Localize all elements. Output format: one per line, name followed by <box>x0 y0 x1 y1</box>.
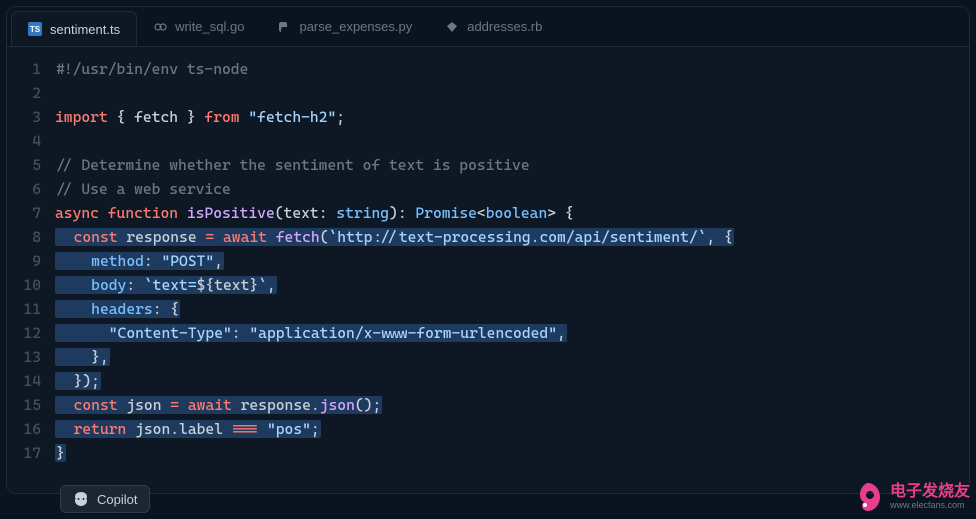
line-content[interactable]: method: "POST", <box>55 249 969 273</box>
tab-label: sentiment.ts <box>50 22 120 37</box>
file-icon <box>445 20 459 34</box>
svg-text:TS: TS <box>30 25 41 34</box>
file-icon <box>153 20 167 34</box>
code-line: 8 const response = await fetch(`http://t… <box>7 225 969 249</box>
line-number: 5 <box>7 153 55 177</box>
file-icon <box>277 20 291 34</box>
code-line: 14 }); <box>7 369 969 393</box>
line-content[interactable]: }); <box>55 369 969 393</box>
code-line: 11 headers: { <box>7 297 969 321</box>
code-area[interactable]: 1#!/usr/bin/env ts-node23import { fetch … <box>7 47 969 493</box>
file-icon: TS <box>28 22 42 36</box>
line-number: 13 <box>7 345 55 369</box>
tab-parse_expenses-py[interactable]: parse_expenses.py <box>261 7 429 46</box>
line-content[interactable]: const json = await response.json(); <box>55 393 969 417</box>
line-number: 14 <box>7 369 55 393</box>
line-content[interactable]: } <box>55 441 969 465</box>
tab-label: parse_expenses.py <box>299 19 412 34</box>
tab-addresses-rb[interactable]: addresses.rb <box>429 7 559 46</box>
line-number: 4 <box>7 129 55 153</box>
tab-label: write_sql.go <box>175 19 244 34</box>
tab-bar: TS sentiment.ts write_sql.go parse_expenses… <box>7 7 969 47</box>
line-number: 15 <box>7 393 55 417</box>
line-content[interactable]: body: `text=${text}`, <box>55 273 969 297</box>
line-number: 3 <box>7 105 55 129</box>
line-number: 12 <box>7 321 55 345</box>
code-line: 4 <box>7 129 969 153</box>
code-line: 16 return json.label === "pos"; <box>7 417 969 441</box>
copilot-label: Copilot <box>97 492 137 507</box>
line-number: 11 <box>7 297 55 321</box>
copilot-badge[interactable]: Copilot <box>60 485 150 513</box>
line-content[interactable] <box>55 81 969 105</box>
watermark-url: www.elecfans.com <box>890 501 970 511</box>
line-content[interactable]: import { fetch } from "fetch-h2"; <box>55 105 969 129</box>
tab-write_sql-go[interactable]: write_sql.go <box>137 7 261 46</box>
code-line: 7async function isPositive(text: string)… <box>7 201 969 225</box>
line-content[interactable]: const response = await fetch(`http://tex… <box>55 225 969 249</box>
line-content[interactable]: headers: { <box>55 297 969 321</box>
line-content[interactable]: return json.label === "pos"; <box>55 417 969 441</box>
line-content[interactable]: // Use a web service <box>55 177 969 201</box>
code-line: 5// Determine whether the sentiment of t… <box>7 153 969 177</box>
copilot-icon <box>73 491 89 507</box>
line-number: 8 <box>7 225 55 249</box>
line-number: 7 <box>7 201 55 225</box>
tab-sentiment-ts[interactable]: TS sentiment.ts <box>11 11 137 46</box>
tab-label: addresses.rb <box>467 19 542 34</box>
watermark-title: 电子发烧友 <box>890 483 970 501</box>
line-number: 1 <box>7 57 55 81</box>
editor-frame: TS sentiment.ts write_sql.go parse_expenses… <box>6 6 970 494</box>
line-number: 2 <box>7 81 55 105</box>
code-line: 6// Use a web service <box>7 177 969 201</box>
code-line: 9 method: "POST", <box>7 249 969 273</box>
line-content[interactable]: async function isPositive(text: string):… <box>55 201 969 225</box>
watermark: 电子发烧友 www.elecfans.com <box>852 481 970 513</box>
line-number: 10 <box>7 273 55 297</box>
code-line: 3import { fetch } from "fetch-h2"; <box>7 105 969 129</box>
line-content[interactable]: }, <box>55 345 969 369</box>
code-line: 10 body: `text=${text}`, <box>7 273 969 297</box>
code-line: 1#!/usr/bin/env ts-node <box>7 57 969 81</box>
line-number: 16 <box>7 417 55 441</box>
line-content[interactable]: "Content-Type": "application/x-www-form-… <box>55 321 969 345</box>
line-number: 17 <box>7 441 55 465</box>
code-line: 17} <box>7 441 969 465</box>
line-content[interactable]: #!/usr/bin/env ts-node <box>55 57 969 81</box>
line-number: 9 <box>7 249 55 273</box>
code-line: 12 "Content-Type": "application/x-www-fo… <box>7 321 969 345</box>
code-line: 13 }, <box>7 345 969 369</box>
watermark-logo-icon <box>852 481 884 513</box>
line-content[interactable] <box>55 129 969 153</box>
line-number: 6 <box>7 177 55 201</box>
code-line: 2 <box>7 81 969 105</box>
line-content[interactable]: // Determine whether the sentiment of te… <box>55 153 969 177</box>
code-line: 15 const json = await response.json(); <box>7 393 969 417</box>
